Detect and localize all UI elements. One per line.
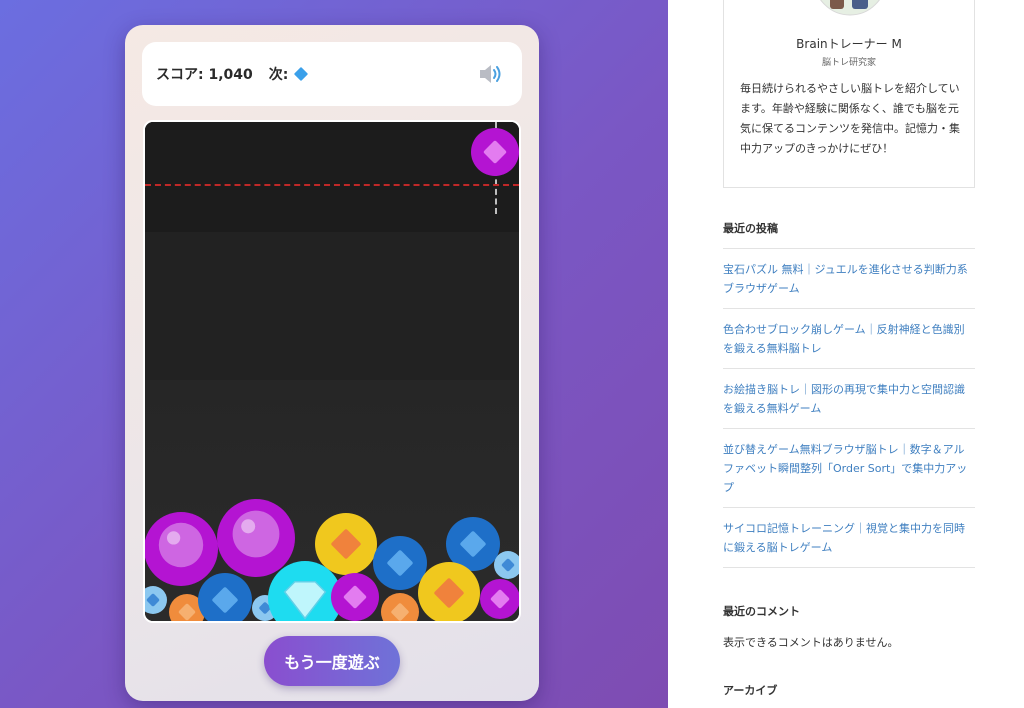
score-bar: スコア: 1,040 次: bbox=[142, 42, 522, 106]
yellow-gem bbox=[418, 562, 480, 621]
yellow-gem bbox=[315, 513, 377, 575]
recent-comments-title: 最近のコメント bbox=[723, 605, 800, 618]
recent-post-link[interactable]: 並び替えゲーム無料ブラウザ脳トレ｜数字＆アルファベット瞬間整列「Order So… bbox=[723, 440, 975, 497]
orange-gem bbox=[381, 593, 419, 621]
dropper-gem bbox=[471, 128, 519, 176]
list-item: サイコロ記憶トレーニング｜視覚と集中力を同時に鍛える脳トレゲーム bbox=[723, 507, 975, 568]
recent-post-link[interactable]: 色合わせブロック崩しゲーム｜反射神経と色識別を鍛える無料脳トレ bbox=[723, 320, 975, 358]
avatar bbox=[820, 0, 880, 16]
recent-comments-empty: 表示できるコメントはありません。 bbox=[723, 636, 899, 649]
recent-post-link[interactable]: サイコロ記憶トレーニング｜視覚と集中力を同時に鍛える脳トレゲーム bbox=[723, 519, 975, 557]
lightblue-gem bbox=[145, 586, 167, 614]
archive-title: アーカイブ bbox=[723, 684, 778, 697]
list-item: 色合わせブロック崩しゲーム｜反射神経と色識別を鍛える無料脳トレ bbox=[723, 308, 975, 368]
recent-posts-title: 最近の投稿 bbox=[723, 222, 778, 235]
list-item: お絵描き脳トレ｜図形の再現で集中力と空間認識を鍛える無料ゲーム bbox=[723, 368, 975, 428]
purple-gem bbox=[217, 499, 295, 577]
blue-gem bbox=[373, 536, 427, 590]
next-label: 次: bbox=[268, 67, 289, 83]
sound-icon[interactable] bbox=[478, 62, 504, 86]
replay-button[interactable]: もう一度遊ぶ bbox=[264, 636, 400, 686]
list-item: 宝石パズル 無料｜ジュエルを進化させる判断力系ブラウザゲーム bbox=[723, 248, 975, 308]
profile-name: Brainトレーナー M bbox=[796, 37, 902, 51]
recent-post-link[interactable]: お絵描き脳トレ｜図形の再現で集中力と空間認識を鍛える無料ゲーム bbox=[723, 380, 975, 418]
blue-gem bbox=[198, 573, 252, 621]
gem-layer bbox=[145, 128, 519, 621]
game-board[interactable] bbox=[143, 120, 521, 623]
purple-gem bbox=[145, 512, 218, 586]
sidebar: Brainトレーナー M 脳トレ研究家 毎日続けられるやさしい脳トレを紹介してい… bbox=[668, 0, 1024, 708]
lightblue-gem bbox=[494, 551, 519, 579]
game-card: スコア: 1,040 次: もう一度遊ぶ bbox=[125, 25, 539, 701]
profile-card: Brainトレーナー M 脳トレ研究家 毎日続けられるやさしい脳トレを紹介してい… bbox=[723, 0, 975, 188]
profile-description: 毎日続けられるやさしい脳トレを紹介しています。年齢や経験に関係なく、誰でも脳を元… bbox=[740, 82, 960, 155]
purple-gem bbox=[480, 579, 519, 619]
score-display: スコア: 1,040 bbox=[156, 67, 253, 83]
recent-post-link[interactable]: 宝石パズル 無料｜ジュエルを進化させる判断力系ブラウザゲーム bbox=[723, 260, 975, 298]
list-item: 並び替えゲーム無料ブラウザ脳トレ｜数字＆アルファベット瞬間整列「Order So… bbox=[723, 428, 975, 507]
purple-gem bbox=[331, 573, 379, 621]
profile-role: 脳トレ研究家 bbox=[821, 58, 876, 68]
next-gem-icon bbox=[294, 66, 309, 82]
recent-posts-list: 宝石パズル 無料｜ジュエルを進化させる判断力系ブラウザゲーム 色合わせブロック崩… bbox=[723, 248, 975, 568]
